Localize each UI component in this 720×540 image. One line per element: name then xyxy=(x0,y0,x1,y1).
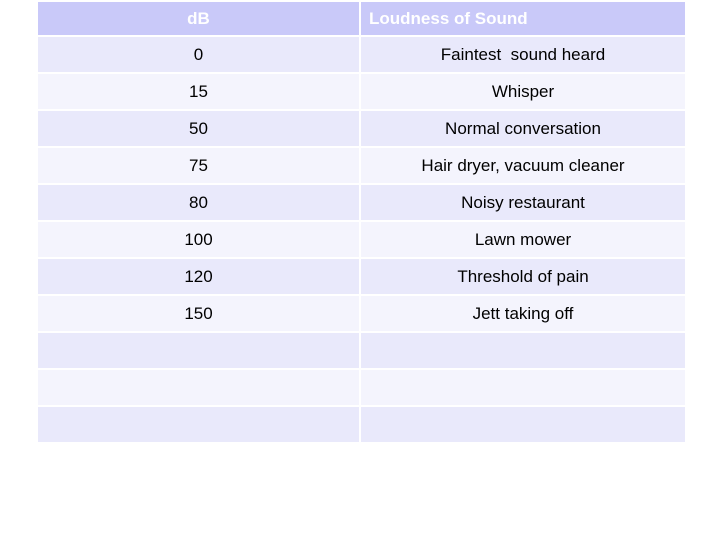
cell-loudness: Lawn mower xyxy=(361,222,685,257)
cell-loudness xyxy=(361,407,685,442)
cell-loudness: Jett taking off xyxy=(361,296,685,331)
cell-db: 0 xyxy=(38,37,359,72)
table-row-empty xyxy=(38,333,685,368)
cell-loudness: Whisper xyxy=(361,74,685,109)
table-row: 80 Noisy restaurant xyxy=(38,185,685,220)
loudness-table: dB Loudness of Sound 0 Faintest sound he… xyxy=(36,0,687,444)
cell-db: 15 xyxy=(38,74,359,109)
cell-loudness xyxy=(361,333,685,368)
cell-loudness: Normal conversation xyxy=(361,111,685,146)
cell-db: 80 xyxy=(38,185,359,220)
header-db: dB xyxy=(38,2,359,35)
cell-db: 120 xyxy=(38,259,359,294)
cell-db xyxy=(38,407,359,442)
slide: dB Loudness of Sound 0 Faintest sound he… xyxy=(0,0,720,540)
table-row: 150 Jett taking off xyxy=(38,296,685,331)
table-row-empty xyxy=(38,370,685,405)
cell-db xyxy=(38,333,359,368)
table-row: 15 Whisper xyxy=(38,74,685,109)
cell-db: 75 xyxy=(38,148,359,183)
cell-db xyxy=(38,370,359,405)
table-row: 50 Normal conversation xyxy=(38,111,685,146)
table-row: 120 Threshold of pain xyxy=(38,259,685,294)
cell-db: 100 xyxy=(38,222,359,257)
cell-loudness: Faintest sound heard xyxy=(361,37,685,72)
cell-loudness xyxy=(361,370,685,405)
cell-loudness: Threshold of pain xyxy=(361,259,685,294)
cell-loudness: Hair dryer, vacuum cleaner xyxy=(361,148,685,183)
header-loudness: Loudness of Sound xyxy=(361,2,685,35)
cell-db: 50 xyxy=(38,111,359,146)
table-row: 75 Hair dryer, vacuum cleaner xyxy=(38,148,685,183)
table-row-empty xyxy=(38,407,685,442)
table-header-row: dB Loudness of Sound xyxy=(38,2,685,35)
cell-loudness: Noisy restaurant xyxy=(361,185,685,220)
table-row: 100 Lawn mower xyxy=(38,222,685,257)
cell-db: 150 xyxy=(38,296,359,331)
table-row: 0 Faintest sound heard xyxy=(38,37,685,72)
